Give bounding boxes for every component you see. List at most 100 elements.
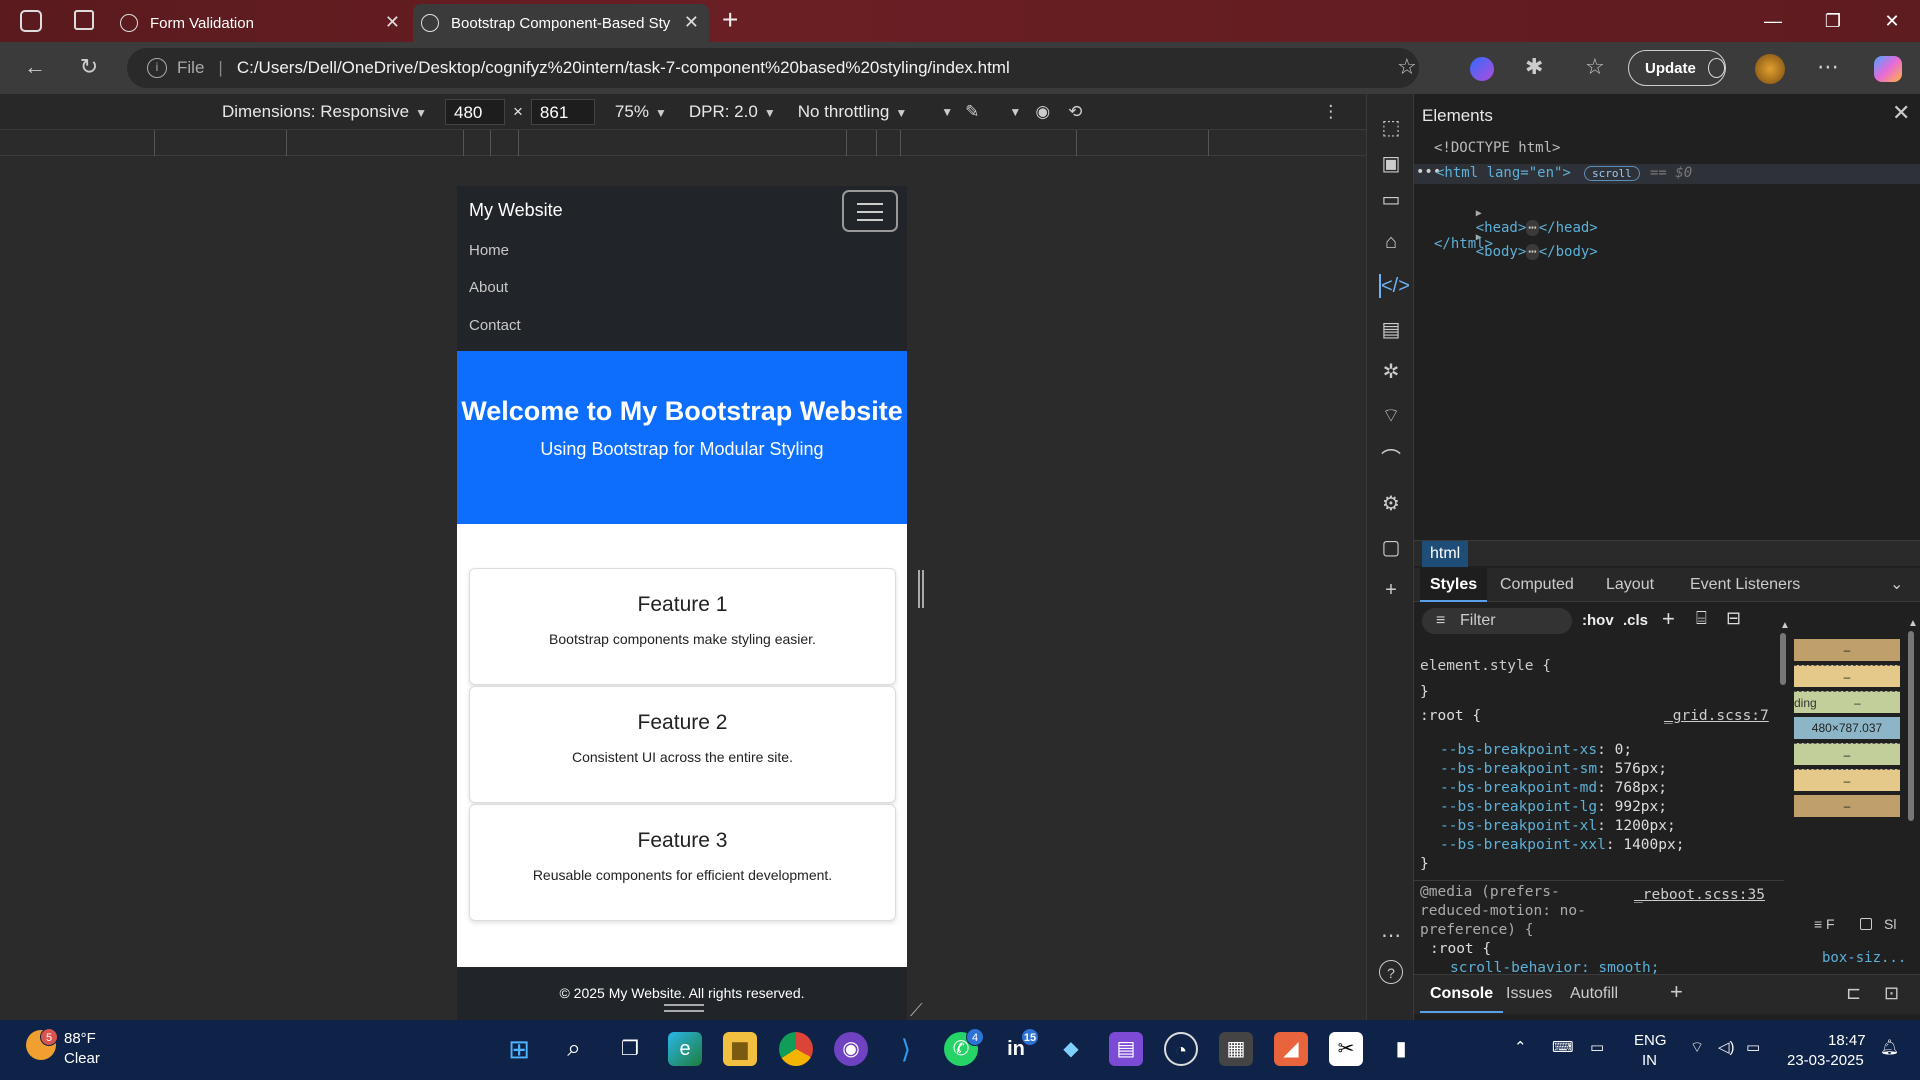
height-input[interactable]: 861: [530, 98, 595, 125]
refresh-button[interactable]: ↻: [74, 52, 104, 82]
styles-scrollbar[interactable]: ▲: [1780, 620, 1790, 960]
show-all-checkbox[interactable]: [1860, 918, 1872, 930]
battery-icon[interactable]: ▭: [1746, 1038, 1760, 1056]
application-icon[interactable]: ▢: [1379, 536, 1403, 560]
computed-property[interactable]: box-siz...: [1822, 950, 1906, 966]
breadcrumb-item[interactable]: html: [1422, 541, 1469, 567]
css-var-row[interactable]: --bs-breakpoint-xl: 1200px;: [1440, 818, 1676, 834]
eye-icon[interactable]: ◉: [1035, 102, 1050, 122]
css-var-row[interactable]: --bs-breakpoint-lg: 992px;: [1440, 799, 1667, 815]
performance-icon[interactable]: ⌒: [1379, 448, 1403, 472]
css-var-row[interactable]: --bs-breakpoint-md: 768px;: [1440, 780, 1667, 796]
css-var-row[interactable]: --bs-breakpoint-xxl: 1400px;: [1440, 837, 1684, 853]
language-code[interactable]: ENG: [1634, 1032, 1667, 1049]
sources-bug-icon[interactable]: ✲: [1379, 360, 1403, 384]
tab-console[interactable]: Console: [1420, 975, 1504, 1013]
linkedin-icon[interactable]: in 15: [999, 1028, 1039, 1066]
rule-root-selector[interactable]: :root {: [1420, 708, 1481, 724]
extensions-icon[interactable]: ✱: [1525, 54, 1543, 80]
info-icon[interactable]: i: [147, 58, 167, 78]
chevron-up-icon[interactable]: ⌃: [1514, 1038, 1527, 1056]
tab-issues[interactable]: Issues: [1496, 975, 1562, 1013]
browser-window-icon[interactable]: ▭: [1379, 188, 1403, 212]
tab-styles[interactable]: Styles: [1420, 568, 1488, 602]
minimize-button[interactable]: —: [1753, 6, 1793, 36]
navbar-toggler-button[interactable]: [842, 190, 898, 232]
site-brand[interactable]: My Website: [469, 200, 563, 221]
margin-value[interactable]: –: [1794, 795, 1900, 817]
more-tools-icon[interactable]: ⋯: [1379, 924, 1403, 948]
resize-corner-icon[interactable]: ⟋: [910, 1000, 923, 1021]
avatar[interactable]: [1755, 54, 1785, 84]
cls-toggle[interactable]: .cls: [1623, 612, 1648, 629]
help-icon[interactable]: ?: [1379, 960, 1403, 984]
device-emulation-icon[interactable]: ▣: [1379, 152, 1403, 176]
notification-bell-icon[interactable]: 🔔︎: [1880, 1038, 1899, 1056]
toggle-sidebar-icon[interactable]: ⊟: [1726, 608, 1741, 629]
inspect-icon[interactable]: ⬚: [1379, 116, 1403, 140]
media-query-line[interactable]: @media (prefers-: [1420, 884, 1560, 900]
computed-filter-icon[interactable]: ≡ F: [1814, 916, 1835, 932]
calculator-icon[interactable]: ▦: [1219, 1032, 1253, 1066]
scroll-thumb[interactable]: [1780, 633, 1786, 685]
chevron-down-icon[interactable]: ▼: [1009, 105, 1021, 119]
app-diamond-icon[interactable]: ◆: [1054, 1032, 1088, 1066]
address-bar[interactable]: i File | C:/Users/Dell/OneDrive/Desktop/…: [127, 48, 1419, 88]
resize-handle-bottom[interactable]: [664, 1004, 704, 1012]
scroll-up-icon[interactable]: ▲: [1780, 620, 1790, 631]
tab-layout[interactable]: Layout: [1596, 568, 1664, 602]
workspaces-icon[interactable]: [20, 10, 42, 32]
computed-scrollbar[interactable]: ▲: [1908, 618, 1918, 918]
paint-icon[interactable]: ⌸: [1696, 608, 1707, 629]
nav-link-home[interactable]: Home: [469, 242, 509, 259]
more-options-icon[interactable]: ⋮: [1322, 102, 1339, 122]
dock-icon[interactable]: ⊏: [1846, 983, 1861, 1004]
media-clapper-icon[interactable]: ▤: [1109, 1032, 1143, 1066]
expand-drawer-icon[interactable]: ⊡: [1884, 983, 1899, 1004]
dpr-select[interactable]: DPR: 2.0 ▼: [689, 102, 776, 122]
doctype-node[interactable]: <!DOCTYPE html>: [1434, 140, 1560, 156]
pen-icon[interactable]: ✎: [965, 102, 979, 122]
resize-handle-right[interactable]: [918, 570, 924, 608]
usb-device-icon[interactable]: ▮: [1384, 1032, 1418, 1066]
task-view-icon[interactable]: ❐: [613, 1032, 647, 1066]
close-window-button[interactable]: ✕: [1872, 6, 1912, 36]
back-button[interactable]: ←: [20, 52, 50, 82]
border-value[interactable]: –: [1794, 665, 1900, 687]
width-input[interactable]: 480: [444, 98, 505, 125]
css-var-row[interactable]: --bs-breakpoint-xs: 0;: [1440, 742, 1632, 758]
scroll-up-icon[interactable]: ▲: [1908, 618, 1918, 629]
close-tab-icon[interactable]: ✕: [385, 12, 400, 33]
capcut-icon[interactable]: ✂: [1329, 1032, 1363, 1066]
nav-link-contact[interactable]: Contact: [469, 317, 521, 334]
restore-button[interactable]: ❐: [1813, 6, 1853, 36]
presentation-icon[interactable]: ◢: [1274, 1032, 1308, 1066]
rule-source-link[interactable]: _grid.scss:7: [1664, 708, 1769, 724]
display-icon[interactable]: ▭: [1590, 1038, 1604, 1056]
obs-icon[interactable]: ◔: [1164, 1032, 1198, 1066]
html-node[interactable]: <html lang="en">: [1436, 165, 1571, 181]
github-icon[interactable]: ◉: [834, 1032, 868, 1066]
file-explorer-icon[interactable]: ▆: [723, 1032, 757, 1066]
tab-form-validation[interactable]: Form Validation ✕: [116, 4, 410, 42]
update-button[interactable]: Update: [1628, 50, 1726, 86]
tab-autofill[interactable]: Autofill: [1560, 975, 1628, 1013]
filter-input[interactable]: ≡ Filter: [1422, 608, 1572, 634]
elements-icon[interactable]: </>: [1379, 274, 1410, 298]
edge-icon[interactable]: e: [668, 1032, 702, 1066]
favorite-star-icon[interactable]: ☆: [1397, 54, 1417, 80]
copilot-icon[interactable]: [1470, 57, 1494, 81]
tab-event-listeners[interactable]: Event Listeners: [1680, 568, 1810, 602]
vscode-icon[interactable]: ⟩: [889, 1032, 923, 1066]
keyboard-icon[interactable]: ⌨: [1552, 1038, 1574, 1056]
tab-computed[interactable]: Computed: [1490, 568, 1584, 602]
clock-date[interactable]: 23-03-2025: [1787, 1052, 1864, 1069]
close-panel-icon[interactable]: ✕: [1892, 100, 1910, 126]
new-rule-icon[interactable]: +: [1662, 606, 1675, 632]
add-tool-icon[interactable]: +: [1379, 578, 1403, 602]
chevron-down-icon[interactable]: ⌄: [1890, 574, 1903, 594]
tab-actions-icon[interactable]: [74, 10, 94, 30]
volume-icon[interactable]: ◁): [1718, 1038, 1735, 1056]
settings-gear-icon[interactable]: ⚙: [1379, 492, 1403, 516]
chevron-down-icon[interactable]: ▼: [941, 105, 953, 119]
